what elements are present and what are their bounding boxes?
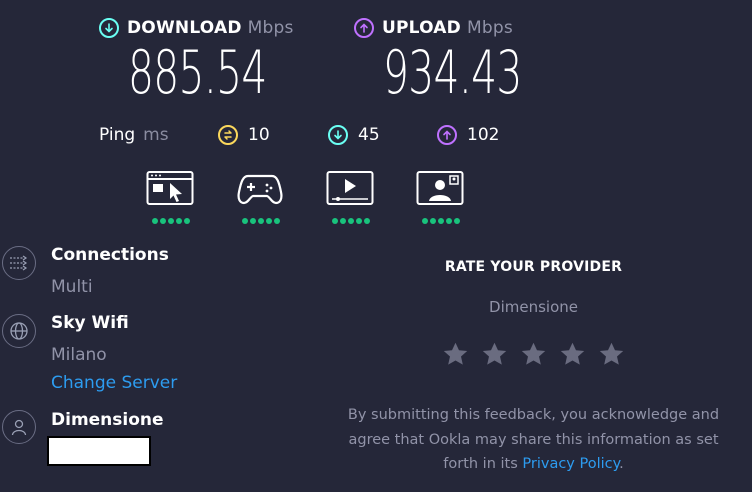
download-speed-value: 885.54 — [128, 38, 267, 108]
experience-video-chat[interactable] — [416, 170, 466, 224]
gaming-rating — [236, 218, 286, 224]
video-streaming-icon — [326, 171, 374, 205]
web-browsing-rating — [146, 218, 196, 224]
provider-name: Dimensione — [51, 410, 164, 430]
download-unit: Mbps — [247, 18, 294, 38]
server-name: Sky Wifi — [51, 313, 129, 333]
redacted-ip-box — [47, 436, 151, 466]
star-1-icon[interactable] — [442, 341, 469, 368]
ping-upload: 102 — [437, 125, 499, 145]
ping-download-value: 45 — [358, 125, 380, 145]
experience-web-browsing[interactable] — [146, 170, 196, 224]
globe-icon — [2, 314, 36, 348]
download-label: DOWNLOAD — [127, 18, 242, 38]
connections-title: Connections — [51, 245, 169, 265]
connections-icon — [2, 246, 36, 280]
disclaimer-line-1: By submitting this feedback, you acknowl… — [347, 407, 720, 423]
user-icon — [2, 410, 36, 444]
download-latency-icon — [328, 125, 348, 145]
download-arrow-icon — [99, 18, 119, 38]
upload-arrow-icon — [354, 18, 374, 38]
upload-latency-icon — [437, 125, 457, 145]
upload-unit: Mbps — [466, 18, 513, 38]
ping-download: 45 — [328, 125, 380, 145]
ping-idle: 10 — [218, 125, 270, 145]
upload-header: UPLOAD Mbps — [354, 18, 513, 38]
ping-unit: ms — [143, 125, 169, 145]
disclaimer-line-2: agree that Ookla may share this informat… — [348, 431, 719, 448]
web-browsing-icon — [146, 171, 194, 205]
experience-gaming[interactable] — [236, 170, 286, 224]
gaming-icon — [237, 174, 283, 205]
disclaimer-prefix: forth in its — [443, 456, 523, 472]
feedback-disclaimer: By submitting this feedback, you acknowl… — [332, 403, 735, 477]
star-3-icon[interactable] — [520, 341, 547, 368]
connections-value: Multi — [51, 277, 93, 297]
privacy-policy-link[interactable]: Privacy Policy — [522, 456, 619, 472]
upload-label: UPLOAD — [382, 18, 461, 38]
experience-video-streaming[interactable] — [326, 170, 376, 224]
rate-provider-name: Dimensione — [489, 298, 578, 316]
disclaimer-line-3: forth in its Privacy Policy. — [332, 452, 735, 477]
ping-label-group: Ping ms — [99, 125, 169, 145]
star-5-icon[interactable] — [598, 341, 625, 368]
download-header: DOWNLOAD Mbps — [99, 18, 294, 38]
ping-upload-value: 102 — [467, 125, 500, 145]
video-chat-icon — [416, 171, 464, 205]
server-location: Milano — [51, 345, 107, 365]
video-streaming-rating — [326, 218, 376, 224]
idle-latency-icon — [218, 125, 238, 145]
upload-speed-value: 934.43 — [383, 38, 522, 108]
star-4-icon[interactable] — [559, 341, 586, 368]
star-rating — [442, 341, 625, 368]
change-server-link[interactable]: Change Server — [51, 373, 177, 393]
ping-label: Ping — [99, 125, 136, 145]
rate-provider-title: RATE YOUR PROVIDER — [444, 259, 623, 275]
disclaimer-suffix: . — [619, 456, 624, 472]
video-chat-rating — [416, 218, 466, 224]
ping-idle-value: 10 — [248, 125, 270, 145]
star-2-icon[interactable] — [481, 341, 508, 368]
